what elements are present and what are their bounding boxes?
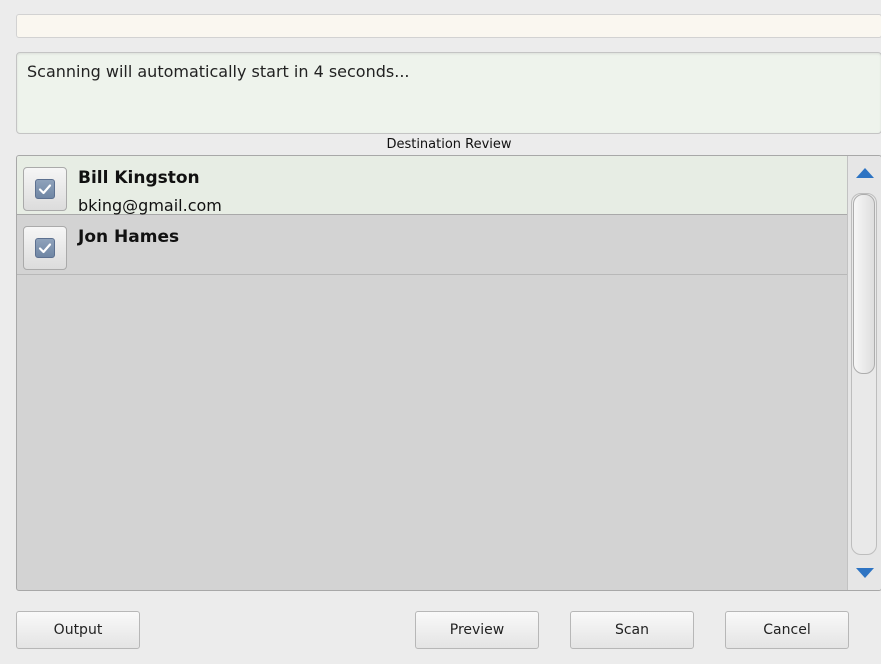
destination-name: Bill Kingston [78, 168, 200, 188]
output-button[interactable]: Output [16, 611, 140, 649]
destination-email: bking@gmail.com [78, 196, 222, 215]
checkmark-icon [35, 238, 55, 258]
destination-list: Bill Kingston bking@gmail.com Jon Hames [17, 156, 847, 590]
vertical-scrollbar[interactable] [847, 156, 881, 590]
list-item[interactable]: Jon Hames [17, 215, 847, 275]
scroll-down-button[interactable] [848, 558, 881, 588]
status-message-box: Scanning will automatically start in 4 s… [16, 52, 881, 134]
scroll-thumb[interactable] [853, 194, 875, 374]
checkbox[interactable] [23, 226, 67, 270]
section-title: Destination Review [386, 137, 512, 152]
triangle-up-icon [855, 168, 874, 178]
destination-list-panel: Bill Kingston bking@gmail.com Jon Hames [16, 155, 881, 591]
triangle-down-icon [855, 568, 874, 578]
status-message: Scanning will automatically start in 4 s… [27, 62, 410, 81]
preview-button[interactable]: Preview [415, 611, 539, 649]
cancel-button[interactable]: Cancel [725, 611, 849, 649]
scroll-up-button[interactable] [848, 158, 881, 188]
destination-name: Jon Hames [78, 227, 180, 247]
checkbox[interactable] [23, 167, 67, 211]
scan-button[interactable]: Scan [570, 611, 694, 649]
checkmark-icon [35, 179, 55, 199]
list-item[interactable]: Bill Kingston bking@gmail.com [17, 156, 847, 215]
top-input-field[interactable] [16, 14, 881, 38]
